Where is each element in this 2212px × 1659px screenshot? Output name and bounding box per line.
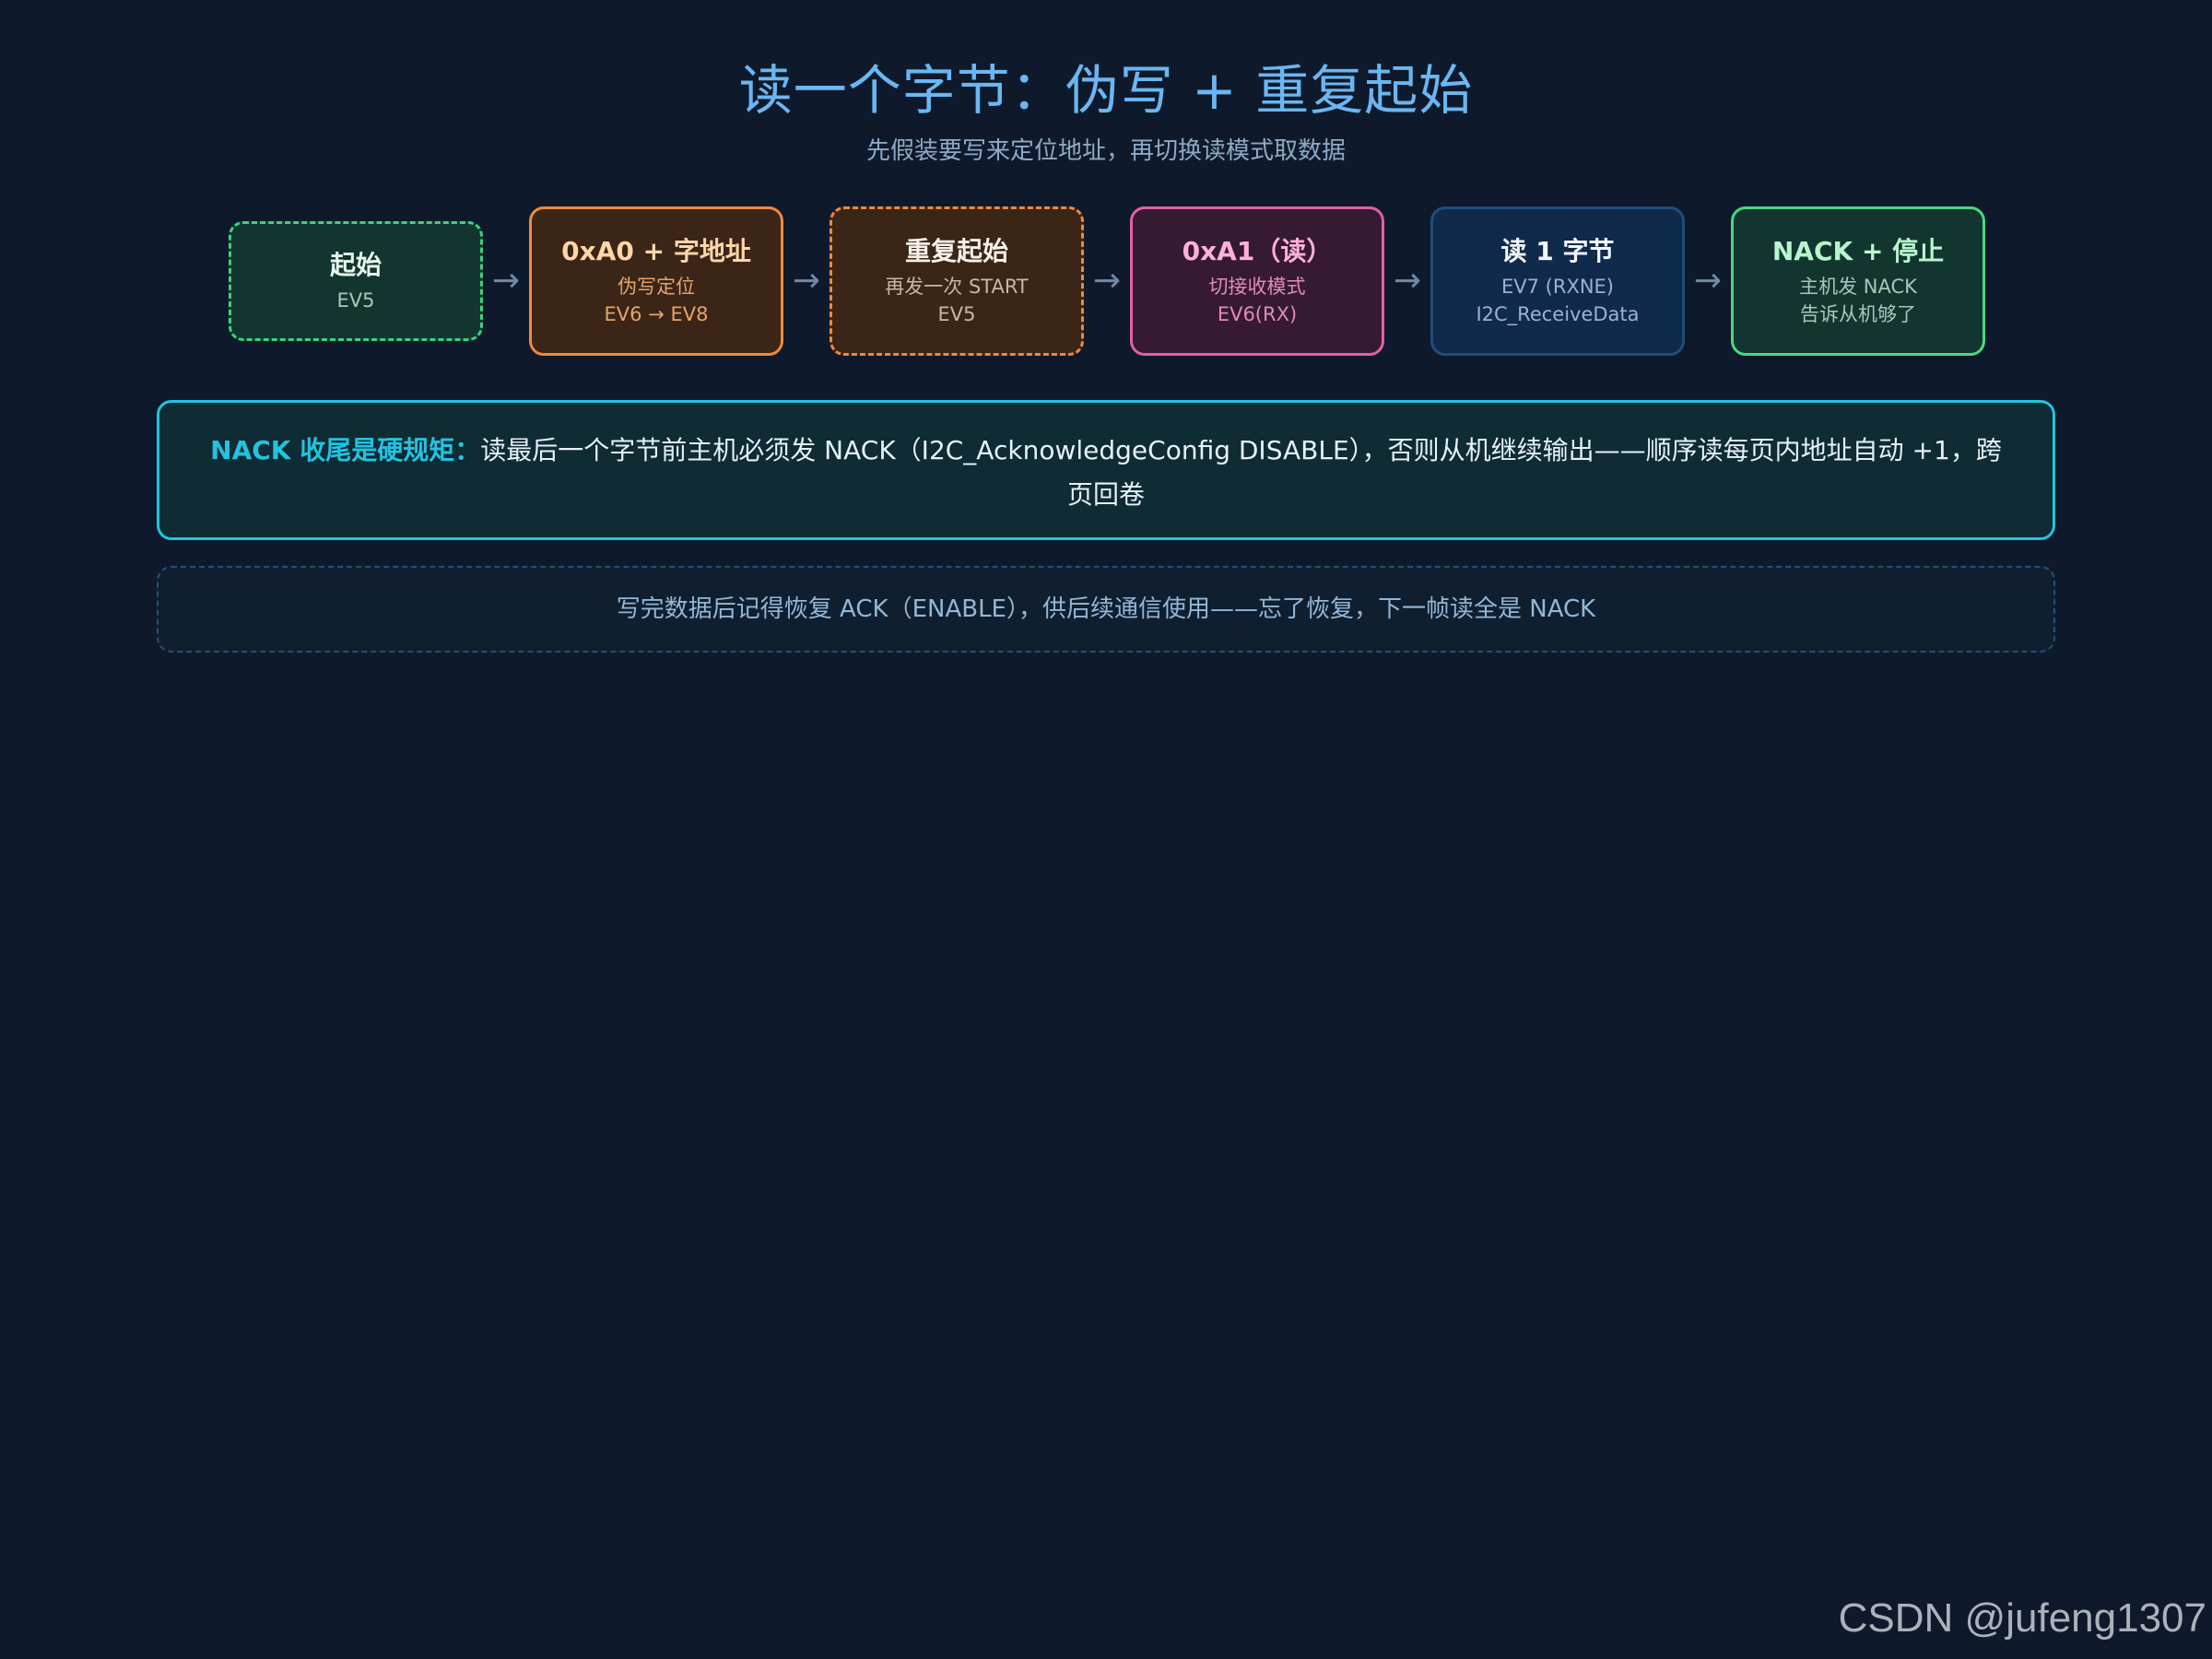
- step-read-address: 0xA1（读） 切接收模式 EV6(RX): [1130, 206, 1384, 356]
- step-start-detail-1: EV5: [336, 289, 375, 312]
- step-dummy-write-address-detail-2: EV6 → EV8: [604, 303, 709, 325]
- arrow-3: →: [1092, 262, 1122, 300]
- step-repeated-start-title: 重复起始: [904, 236, 1008, 266]
- step-read-byte-detail-1: EV7 (RXNE): [1500, 276, 1614, 298]
- page-subtitle: 先假装要写来定位地址，再切换读模式取数据: [865, 137, 1346, 165]
- step-start: 起始 EV5: [229, 221, 483, 341]
- step-dummy-write-address-title: 0xA0 + 字地址: [561, 236, 751, 266]
- step-nack-stop-detail-2: 告诉从机够了: [1800, 303, 1916, 325]
- csdn-watermark: CSDN @jufeng1307: [1838, 1595, 2206, 1641]
- arrow-2: →: [792, 262, 821, 300]
- nack-rule-text: 读最后一个字节前主机必须发 NACK（I2C_AcknowledgeConfig…: [480, 435, 2002, 510]
- step-read-address-detail-1: 切接收模式: [1208, 276, 1306, 298]
- arrow-4: →: [1393, 262, 1422, 300]
- page-title: 读一个字节：伪写 + 重复起始: [738, 59, 1474, 122]
- arrow-1: →: [491, 262, 521, 300]
- step-read-byte-detail-2: I2C_ReceiveData: [1476, 303, 1640, 325]
- step-read-address-detail-2: EV6(RX): [1217, 303, 1298, 325]
- nack-rule-label: NACK 收尾是硬规矩：: [210, 435, 481, 465]
- step-start-title: 起始: [329, 250, 382, 280]
- step-repeated-start-detail-1: 再发一次 START: [885, 276, 1029, 298]
- step-dummy-write-address-detail-1: 伪写定位: [618, 276, 695, 298]
- step-nack-stop: NACK + 停止 主机发 NACK 告诉从机够了: [1731, 206, 1985, 356]
- step-read-byte: 读 1 字节 EV7 (RXNE) I2C_ReceiveData: [1430, 206, 1685, 356]
- nack-rule-note: NACK 收尾是硬规矩：读最后一个字节前主机必须发 NACK（I2C_Ackno…: [157, 400, 2055, 540]
- step-repeated-start-detail-2: EV5: [937, 303, 976, 325]
- step-nack-stop-detail-1: 主机发 NACK: [1799, 276, 1917, 298]
- arrow-5: →: [1693, 262, 1723, 300]
- step-dummy-write-address: 0xA0 + 字地址 伪写定位 EV6 → EV8: [529, 206, 783, 356]
- step-repeated-start: 重复起始 再发一次 START EV5: [830, 206, 1084, 356]
- step-read-byte-title: 读 1 字节: [1500, 236, 1615, 266]
- step-nack-stop-title: NACK + 停止: [1771, 236, 1945, 266]
- read-sequence-flow: 起始 EV5 → 0xA0 + 字地址 伪写定位 EV6 → EV8 → 重复起…: [229, 206, 1985, 356]
- restore-ack-tip: 写完数据后记得恢复 ACK（ENABLE），供后续通信使用——忘了恢复，下一帧读…: [157, 566, 2055, 653]
- step-read-address-title: 0xA1（读）: [1182, 236, 1333, 266]
